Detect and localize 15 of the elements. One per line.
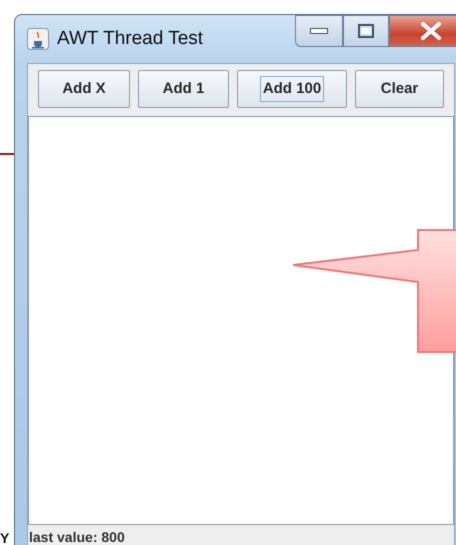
coffee-cup-icon <box>27 28 49 50</box>
action-button[interactable]: Add 100 <box>237 70 347 108</box>
status-text: last value: 800 <box>28 528 126 545</box>
close-icon <box>420 22 442 40</box>
partial-text: Y <box>0 531 10 545</box>
minimize-button[interactable] <box>295 15 343 47</box>
action-button[interactable]: Add 1 <box>138 70 229 108</box>
maximize-button[interactable] <box>343 15 389 47</box>
leader-line <box>0 153 14 155</box>
minimize-icon <box>310 28 328 34</box>
close-button[interactable] <box>389 15 456 47</box>
window-title: AWT Thread Test <box>57 26 204 51</box>
action-button[interactable]: Add X <box>38 70 130 108</box>
maximize-icon <box>358 24 374 38</box>
action-button[interactable]: Clear <box>355 70 444 108</box>
